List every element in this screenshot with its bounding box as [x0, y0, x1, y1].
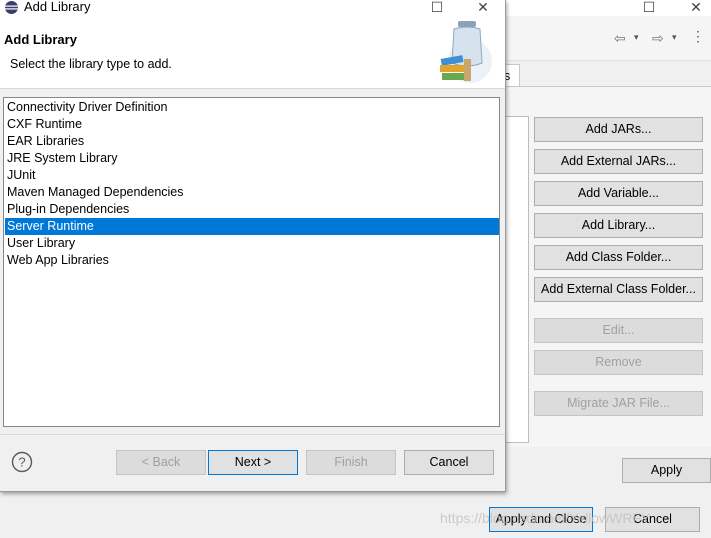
- add-library-button[interactable]: Add Library...: [534, 213, 703, 238]
- library-type-list[interactable]: Connectivity Driver Definition CXF Runtim…: [3, 97, 500, 427]
- back-arrow-icon[interactable]: ⇦: [614, 30, 626, 47]
- dialog-title-bar: Add Library ☐ ✕: [0, 0, 505, 16]
- list-item[interactable]: Plug-in Dependencies: [5, 201, 499, 218]
- list-item[interactable]: Web App Libraries: [5, 252, 499, 269]
- apply-button[interactable]: Apply: [622, 458, 711, 483]
- bg-title-bar: [506, 0, 711, 16]
- edit-button[interactable]: Edit...: [534, 318, 703, 343]
- cancel-button[interactable]: Cancel: [404, 450, 494, 475]
- dialog-title: Add Library: [24, 0, 91, 14]
- bg-maximize-icon[interactable]: ☐: [639, 0, 659, 16]
- svg-text:?: ?: [18, 455, 25, 470]
- dialog-maximize-icon[interactable]: ☐: [427, 0, 447, 16]
- add-external-class-folder-button[interactable]: Add External Class Folder...: [534, 277, 703, 302]
- dialog-header: Add Library Select the library type to a…: [0, 16, 505, 89]
- bg-close-icon[interactable]: ✕: [686, 0, 706, 16]
- forward-arrow-icon[interactable]: ⇨: [652, 30, 664, 47]
- add-class-folder-button[interactable]: Add Class Folder...: [534, 245, 703, 270]
- eclipse-logo-icon: [5, 1, 18, 14]
- remove-button[interactable]: Remove: [534, 350, 703, 375]
- finish-button[interactable]: Finish: [306, 450, 396, 475]
- list-item[interactable]: JRE System Library: [5, 150, 499, 167]
- list-item[interactable]: Server Runtime: [5, 218, 499, 235]
- view-menu-icon[interactable]: ⋮: [691, 28, 705, 45]
- list-item[interactable]: Maven Managed Dependencies: [5, 184, 499, 201]
- add-external-jars-button[interactable]: Add External JARs...: [534, 149, 703, 174]
- header-subtitle: Select the library type to add.: [10, 57, 172, 71]
- migrate-jar-button[interactable]: Migrate JAR File...: [534, 391, 703, 416]
- footer-separator: [0, 434, 505, 435]
- list-item[interactable]: EAR Libraries: [5, 133, 499, 150]
- list-item[interactable]: CXF Runtime: [5, 116, 499, 133]
- next-button[interactable]: Next >: [208, 450, 298, 475]
- back-button[interactable]: < Back: [116, 450, 206, 475]
- bg-toolbar: ⇦ ▾ ⇨ ▾ ⋮: [506, 16, 711, 61]
- back-dropdown-icon[interactable]: ▾: [634, 32, 639, 43]
- list-item[interactable]: User Library: [5, 235, 499, 252]
- list-item[interactable]: Connectivity Driver Definition: [5, 99, 499, 116]
- add-variable-button[interactable]: Add Variable...: [534, 181, 703, 206]
- help-icon[interactable]: ?: [11, 451, 33, 473]
- watermark: https://blog.csdn.net/YellowWRFY: [440, 510, 651, 526]
- forward-dropdown-icon[interactable]: ▾: [672, 32, 677, 43]
- header-title: Add Library: [4, 32, 77, 47]
- add-library-dialog: Add Library ☐ ✕ Add Library Select the l…: [0, 0, 506, 492]
- build-path-list[interactable]: [504, 116, 529, 443]
- list-item[interactable]: JUnit: [5, 167, 499, 184]
- library-wizard-icon: [440, 21, 492, 83]
- add-jars-button[interactable]: Add JARs...: [534, 117, 703, 142]
- dialog-close-icon[interactable]: ✕: [473, 0, 493, 16]
